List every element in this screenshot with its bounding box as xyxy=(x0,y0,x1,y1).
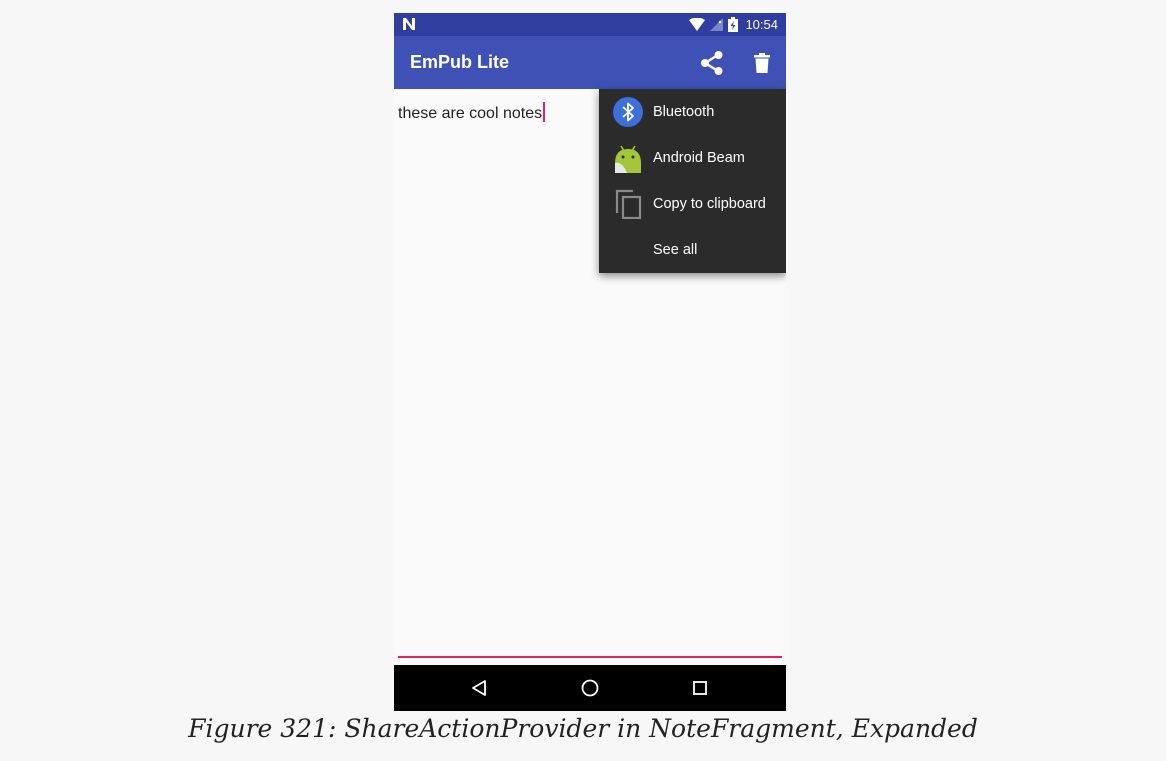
app-title: EmPub Lite xyxy=(410,52,510,72)
share-item-label: See all xyxy=(653,242,698,258)
share-item-bluetooth[interactable]: Bluetooth xyxy=(599,89,786,135)
share-item-android-beam[interactable]: Android Beam xyxy=(599,135,786,181)
phone-screen: 10:54 EmPub Lite these are cool notes Bl… xyxy=(394,13,786,711)
share-item-label: Bluetooth xyxy=(653,104,715,120)
share-item-label: Copy to clipboard xyxy=(653,196,766,212)
share-item-copy-to-clipboard[interactable]: Copy to clipboard xyxy=(599,181,786,227)
delete-icon xyxy=(754,52,770,73)
recents-icon xyxy=(693,681,707,695)
status-clock: 10:54 xyxy=(745,17,778,32)
home-icon xyxy=(581,679,599,697)
wifi-icon xyxy=(689,18,706,31)
editor-underline xyxy=(398,656,782,658)
delete-button[interactable] xyxy=(746,46,778,79)
share-button[interactable] xyxy=(694,46,730,79)
android-beam-icon xyxy=(615,145,641,173)
home-button[interactable] xyxy=(578,676,602,700)
copy-icon xyxy=(615,189,642,219)
status-bar: 10:54 xyxy=(394,13,786,36)
bluetooth-icon xyxy=(613,97,643,127)
battery-charging-icon xyxy=(728,17,739,32)
back-icon xyxy=(472,680,486,696)
n-notification-icon xyxy=(403,18,415,30)
note-text: these are cool notes xyxy=(398,105,543,122)
app-bar: EmPub Lite xyxy=(394,36,786,89)
note-text-field[interactable]: these are cool notes xyxy=(398,102,545,123)
share-item-label: Android Beam xyxy=(653,150,745,166)
share-item-see-all[interactable]: See all xyxy=(599,227,786,273)
share-icon xyxy=(701,50,723,75)
recents-button[interactable] xyxy=(688,676,712,700)
share-menu-popup: Bluetooth Android Beam Copy to clipboard… xyxy=(599,89,786,273)
figure-caption: Figure 321: ShareActionProvider in NoteF… xyxy=(188,714,978,743)
signal-icon xyxy=(710,18,724,31)
back-button[interactable] xyxy=(467,676,491,700)
navigation-bar xyxy=(394,665,786,711)
text-cursor xyxy=(543,102,545,122)
